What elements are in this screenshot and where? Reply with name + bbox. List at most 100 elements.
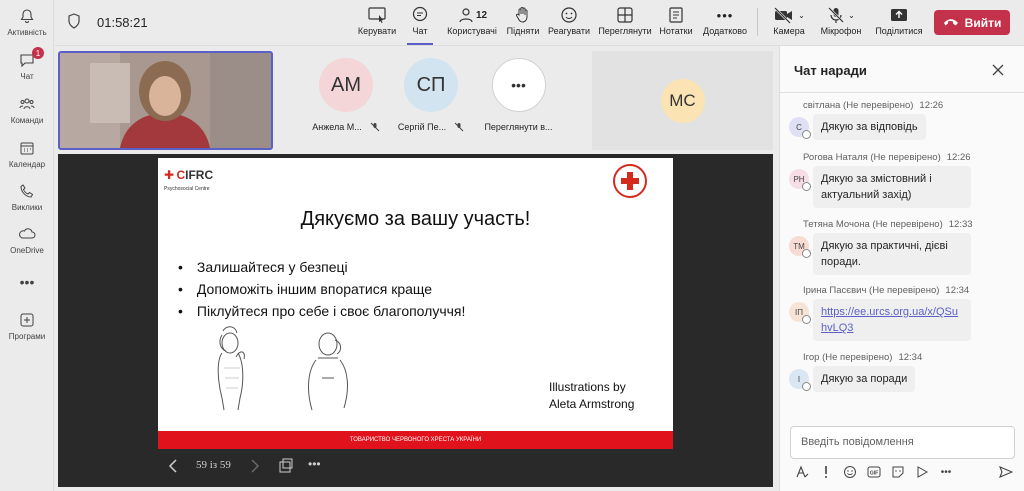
people-icon: 12 <box>457 4 487 26</box>
share-label: Поділитися <box>875 26 923 36</box>
people-button[interactable]: 12 Користувачі <box>444 4 500 42</box>
meeting-timer: 01:58:21 <box>97 15 148 30</box>
teams-icon <box>17 94 37 114</box>
svg-text:GIF: GIF <box>870 471 878 477</box>
raise-hand-button[interactable]: Підняти <box>504 4 542 42</box>
chat-icon <box>411 4 429 26</box>
chat-message[interactable]: Дякую за поради <box>813 366 916 392</box>
avatar: АМ <box>319 58 373 112</box>
participant-tile[interactable]: АМ Анжела М... <box>301 58 391 144</box>
hang-up-icon <box>943 16 959 30</box>
more-icon: ••• <box>19 274 35 290</box>
avatar: ТМ <box>789 236 811 258</box>
next-slide-button[interactable] <box>250 459 260 476</box>
slide-bullet: Залишайтеся у безпеці <box>178 256 465 278</box>
react-button[interactable]: Реагувати <box>544 4 594 42</box>
rail-item-activity[interactable]: Активність <box>0 6 54 50</box>
view-all-label: Переглянути в... <box>484 122 553 132</box>
notes-icon <box>668 4 684 26</box>
format-icon[interactable] <box>794 464 810 480</box>
share-icon <box>889 4 909 26</box>
rail-item-label: OneDrive <box>10 246 44 255</box>
more-label: Додатково <box>703 26 747 36</box>
rail-item-onedrive[interactable]: OneDrive <box>0 224 54 268</box>
grid-view-icon[interactable] <box>278 458 294 477</box>
rail-item-label: Програми <box>8 332 46 341</box>
message-input[interactable]: Введіть повідомлення <box>790 426 1015 459</box>
more-button[interactable]: ••• Додатково <box>700 4 750 42</box>
previous-slide-button[interactable] <box>168 459 178 476</box>
share-button[interactable]: Поділитися <box>871 4 927 42</box>
gif-icon[interactable]: GIF <box>866 464 882 480</box>
slide-title: Дякуємо за вашу участь! <box>300 208 531 230</box>
self-video-tile[interactable] <box>58 51 273 150</box>
raise-hand-label: Підняти <box>506 26 540 36</box>
rail-item-label: Виклики <box>11 203 43 212</box>
slide-bullet: Допоможіть іншим впоратися краще <box>178 278 465 300</box>
send-icon[interactable] <box>998 464 1014 480</box>
compose-more-icon[interactable]: ••• <box>938 464 954 480</box>
microphone-label: Мікрофон <box>820 26 862 36</box>
illustration-person-one <box>217 326 245 411</box>
message-meta: Ігор (Не перевірено) 12:34 <box>803 352 923 363</box>
rail-item-calendar[interactable]: Календар <box>0 138 54 182</box>
cloud-icon <box>17 224 37 244</box>
chat-message[interactable]: Дякую за відповідь <box>813 114 926 140</box>
participant-name: Сергій Пе... <box>397 122 447 132</box>
chat-label: Чат <box>412 26 428 36</box>
slide-page-indicator: 59 із 59 <box>196 459 231 471</box>
view-label: Переглянути <box>598 26 652 36</box>
chat-message[interactable]: Дякую за практичні, дієві поради. <box>813 233 971 275</box>
slide-bullet-list: Залишайтеся у безпеці Допоможіть іншим в… <box>178 256 465 322</box>
message-meta: світлана (Не перевірено) 12:26 <box>803 100 944 111</box>
avatar: СП <box>404 58 458 112</box>
emoji-icon[interactable] <box>842 464 858 480</box>
meeting-toolbar: 01:58:21 Керувати Чат 12 Користувачі Під… <box>55 0 1024 46</box>
view-all-tile[interactable]: ••• Переглянути в... <box>471 58 566 144</box>
camera-button[interactable]: ⌄ Камера <box>767 4 811 42</box>
manage-icon <box>367 4 387 26</box>
notes-label: Нотатки <box>659 26 693 36</box>
rail-item-apps[interactable]: Програми <box>0 310 54 354</box>
participant-tile[interactable]: СП Сергій Пе... <box>386 58 476 144</box>
leave-label: Вийти <box>964 15 1002 30</box>
slide-bullet: Піклуйтеся про себе і своє благополуччя! <box>178 300 465 322</box>
avatar: І <box>789 369 811 391</box>
hand-icon <box>515 4 531 26</box>
compose-toolbar: GIF ••• <box>794 464 1016 480</box>
unread-badge: 1 <box>32 47 44 59</box>
logo-subtitle: Psychosocial Centre <box>164 186 210 192</box>
participant-name: Анжела М... <box>312 122 362 132</box>
rail-item-label: Чат <box>20 72 34 81</box>
view-button[interactable]: Переглянути <box>597 4 653 42</box>
chat-title: Чат наради <box>794 63 867 78</box>
schedule-icon[interactable] <box>914 464 930 480</box>
illustration-person-two <box>308 332 348 411</box>
close-icon[interactable] <box>992 63 1004 81</box>
chat-message[interactable]: Дякую за змістовний і актуальний захід) <box>813 166 971 208</box>
rail-item-calls[interactable]: Виклики <box>0 181 54 225</box>
leave-button[interactable]: Вийти <box>934 10 1010 35</box>
people-label: Користувачі <box>447 26 497 36</box>
slide-more-icon[interactable]: ••• <box>308 457 321 471</box>
smile-icon <box>560 4 578 26</box>
sticker-icon[interactable] <box>890 464 906 480</box>
chat-button[interactable]: Чат <box>405 4 435 45</box>
presentation-slide: ✚ CIFRC Psychosocial Centre Дякуємо за в… <box>158 158 673 449</box>
more-participants-icon: ••• <box>491 58 546 112</box>
video-feed-image <box>60 53 271 148</box>
illustration-credit: Illustrations by Aleta Armstrong <box>549 380 635 411</box>
shield-icon <box>67 13 81 34</box>
rail-item-teams[interactable]: Команди <box>0 94 54 138</box>
avatar: РН <box>789 169 811 191</box>
participant-tile[interactable]: МС <box>592 51 773 150</box>
mic-off-icon <box>454 122 464 134</box>
important-icon[interactable] <box>818 464 834 480</box>
microphone-button[interactable]: ⌄ Мікрофон <box>815 4 867 42</box>
rail-item-chat[interactable]: 1 Чат <box>0 47 54 94</box>
manage-button[interactable]: Керувати <box>353 4 401 42</box>
calendar-icon <box>17 138 37 158</box>
add-app-icon <box>17 310 37 330</box>
notes-button[interactable]: Нотатки <box>657 4 695 42</box>
chat-message-link[interactable]: https://ee.urcs.org.ua/x/QSuhvLQ3 <box>821 306 958 334</box>
